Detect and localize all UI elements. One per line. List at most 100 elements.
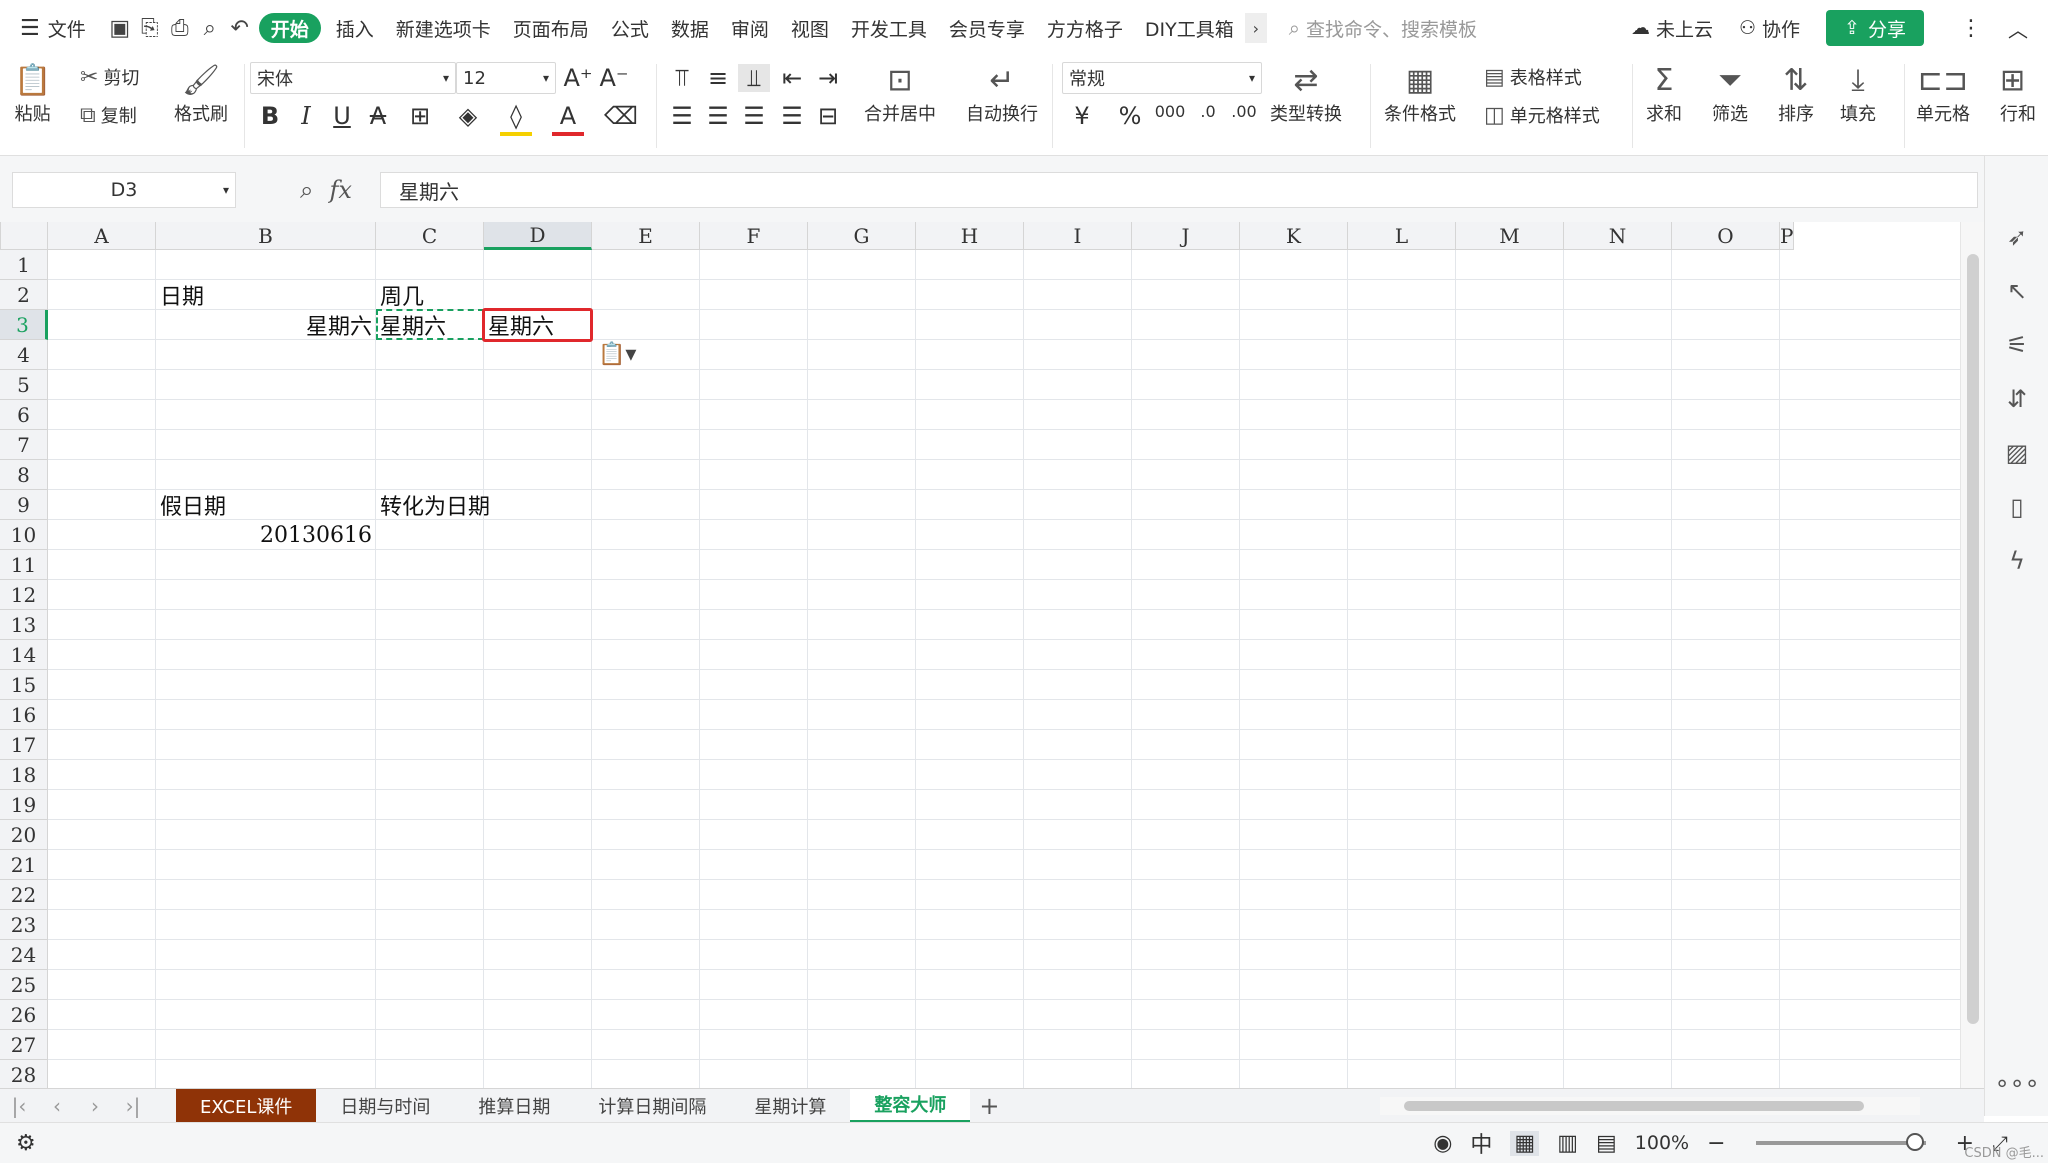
- cut-button[interactable]: ✂ 剪切: [80, 64, 139, 90]
- row-header-8[interactable]: 8: [0, 460, 48, 490]
- tab-formulas[interactable]: 公式: [600, 0, 660, 56]
- row-header-28[interactable]: 28: [0, 1060, 48, 1088]
- format-painter-button[interactable]: 🖌 格式刷: [174, 60, 228, 126]
- sum-button[interactable]: Σ 求和: [1646, 60, 1682, 126]
- zoom-slider-knob[interactable]: [1905, 1133, 1924, 1151]
- row-header-3[interactable]: 3: [0, 310, 48, 340]
- cell-button[interactable]: ⊏⊐ 单元格: [1916, 60, 1970, 126]
- row-header-10[interactable]: 10: [0, 520, 48, 550]
- collab-button[interactable]: ⚇ 协作: [1739, 15, 1800, 42]
- file-menu[interactable]: ☰ 文件: [0, 0, 97, 56]
- copy-button[interactable]: ⧉ 复制: [80, 102, 137, 128]
- align-bottom-icon[interactable]: ⫫: [738, 64, 770, 92]
- tab-developer[interactable]: 开发工具: [840, 0, 938, 56]
- command-search[interactable]: ⌕ 查找命令、搜索模板: [1289, 15, 1589, 42]
- cell-style-button[interactable]: ◫ 单元格样式: [1484, 102, 1600, 128]
- align-middle-icon[interactable]: ≡: [702, 64, 734, 92]
- row-header-4[interactable]: 4: [0, 340, 48, 370]
- undo-icon[interactable]: ↶: [225, 0, 255, 56]
- row-header-25[interactable]: 25: [0, 970, 48, 1000]
- column-header-h[interactable]: H: [916, 222, 1024, 250]
- column-header-e[interactable]: E: [592, 222, 700, 250]
- cell-c2[interactable]: 周几: [376, 280, 484, 310]
- cell-d3[interactable]: 星期六: [484, 310, 592, 340]
- column-header-p[interactable]: P: [1780, 222, 1795, 250]
- transform-icon[interactable]: ⇵: [1985, 372, 2048, 426]
- vertical-scroll-thumb[interactable]: [1967, 254, 1979, 1024]
- sheet-tab-date-time[interactable]: 日期与时间: [316, 1089, 454, 1123]
- eye-protect-icon[interactable]: ◉: [1433, 1131, 1452, 1156]
- column-header-o[interactable]: O: [1672, 222, 1780, 250]
- fill-color-icon[interactable]: ◊: [500, 102, 532, 136]
- tab-home[interactable]: 开始: [258, 13, 321, 43]
- column-header-f[interactable]: F: [700, 222, 808, 250]
- percent-icon[interactable]: %: [1114, 102, 1146, 130]
- align-top-icon[interactable]: ⫪: [666, 64, 698, 92]
- sheet-tab-calc-date[interactable]: 推算日期: [454, 1089, 574, 1123]
- clear-format-icon[interactable]: ⌫: [604, 102, 638, 130]
- column-header-j[interactable]: J: [1132, 222, 1240, 250]
- column-header-k[interactable]: K: [1240, 222, 1348, 250]
- name-box[interactable]: D3 ▾: [12, 172, 236, 208]
- filter-button[interactable]: ⏷ 筛选: [1712, 60, 1748, 126]
- formula-input[interactable]: 星期六: [380, 172, 1978, 208]
- pointer-icon[interactable]: ↖: [1985, 264, 2048, 318]
- zoom-slider[interactable]: [1755, 1133, 1926, 1151]
- share-button[interactable]: ⇪ 分享: [1826, 10, 1924, 46]
- align-center-icon[interactable]: ☰: [702, 102, 734, 130]
- sliders-icon[interactable]: ⚟: [1985, 318, 2048, 372]
- font-name-select[interactable]: 宋体 ▾: [250, 62, 456, 94]
- cloud-status[interactable]: ☁ 未上云: [1631, 15, 1713, 42]
- cell-b2[interactable]: 日期: [156, 280, 376, 310]
- sheet-tab-date-interval[interactable]: 计算日期间隔: [574, 1089, 730, 1123]
- row-header-5[interactable]: 5: [0, 370, 48, 400]
- cell-b9[interactable]: 假日期: [156, 490, 376, 520]
- font-grow-icon[interactable]: A⁺: [562, 64, 594, 92]
- add-sheet-icon[interactable]: +: [970, 1092, 1008, 1120]
- strikethrough-icon[interactable]: A: [362, 102, 394, 130]
- fill-button[interactable]: ⤓ 填充: [1840, 60, 1876, 126]
- row-header-23[interactable]: 23: [0, 910, 48, 940]
- column-header-l[interactable]: L: [1348, 222, 1456, 250]
- column-header-c[interactable]: C: [376, 222, 484, 250]
- tab-member[interactable]: 会员专享: [938, 0, 1036, 56]
- cell-c3[interactable]: 星期六: [376, 310, 484, 340]
- book-search-icon[interactable]: ▯: [1985, 480, 2048, 534]
- type-convert-button[interactable]: ⇄ 类型转换: [1270, 60, 1342, 126]
- tab-diy-toolbox[interactable]: DIY工具箱: [1134, 0, 1245, 56]
- row-header-6[interactable]: 6: [0, 400, 48, 430]
- column-header-i[interactable]: I: [1024, 222, 1132, 250]
- row-header-7[interactable]: 7: [0, 430, 48, 460]
- more-menu-icon[interactable]: ⋮: [1960, 16, 1982, 41]
- column-header-a[interactable]: A: [48, 222, 156, 250]
- merge-center-button[interactable]: ⊡ 合并居中: [864, 60, 936, 126]
- collapse-ribbon-icon[interactable]: ︿: [2008, 14, 2028, 43]
- zoom-out-icon[interactable]: −: [1707, 1131, 1725, 1156]
- align-left-icon[interactable]: ☰: [666, 102, 698, 130]
- column-header-m[interactable]: M: [1456, 222, 1564, 250]
- lightning-icon[interactable]: ϟ: [1985, 534, 2048, 588]
- align-right-icon[interactable]: ☰: [738, 102, 770, 130]
- tab-page-layout[interactable]: 页面布局: [502, 0, 600, 56]
- tab-view[interactable]: 视图: [780, 0, 840, 56]
- tab-review[interactable]: 审阅: [720, 0, 780, 56]
- first-sheet-icon[interactable]: |‹: [0, 1094, 38, 1118]
- row-header-22[interactable]: 22: [0, 880, 48, 910]
- font-color-icon[interactable]: A: [552, 102, 584, 136]
- spreadsheet-grid[interactable]: A B C D E F G H I J K L M N O P 1 2 3 4 5 6 7 8 9 10 11 12 13 14 15 16 1…: [0, 222, 1960, 1088]
- row-header-16[interactable]: 16: [0, 700, 48, 730]
- fx-icon[interactable]: fx: [329, 176, 351, 204]
- conditional-format-button[interactable]: ▦ 条件格式: [1384, 60, 1456, 126]
- tab-new-tab[interactable]: 新建选项卡: [385, 0, 502, 56]
- row-header-20[interactable]: 20: [0, 820, 48, 850]
- prev-sheet-icon[interactable]: ‹: [38, 1094, 76, 1118]
- table-style-button[interactable]: ▤ 表格样式: [1484, 64, 1582, 90]
- column-header-n[interactable]: N: [1564, 222, 1672, 250]
- number-format-select[interactable]: 常规 ▾: [1062, 62, 1262, 94]
- row-header-11[interactable]: 11: [0, 550, 48, 580]
- row-header-27[interactable]: 27: [0, 1030, 48, 1060]
- normal-view-icon[interactable]: ▦: [1510, 1130, 1540, 1156]
- row-header-13[interactable]: 13: [0, 610, 48, 640]
- column-header-b[interactable]: B: [156, 222, 376, 250]
- underline-icon[interactable]: U: [326, 102, 358, 130]
